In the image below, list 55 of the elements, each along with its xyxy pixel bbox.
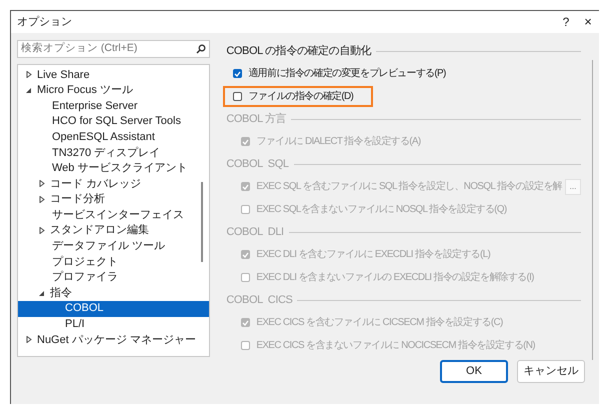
check-icon (242, 138, 250, 144)
tree-item[interactable]: NuGet パッケージ マネージャー (18, 332, 210, 348)
collapsed-arrow-icon[interactable] (39, 227, 45, 234)
group-title: COBOL の指令の確定の自動化 (226, 44, 372, 59)
option-label: EXEC SQLを含まないファイルに NOSQL 指令を設定する(Q) (256, 202, 507, 217)
group-title: COBOL 方言 (226, 112, 286, 127)
tree-item[interactable]: TN3270 ディスプレイ (18, 144, 210, 161)
option-label: EXEC SQL を含むファイルに SQL 指令を設定し、NOSQL 指令の設定を解 (256, 180, 562, 194)
checkbox[interactable] (233, 69, 242, 78)
check-icon (234, 70, 242, 76)
tree-item[interactable]: コード分析 (18, 192, 210, 208)
search-icon (196, 44, 206, 54)
tree-item[interactable]: Live Share (18, 67, 210, 83)
tree-item[interactable]: COBOL (18, 300, 210, 316)
tree-item[interactable]: サービスインターフェイス (18, 207, 210, 223)
tree-item[interactable]: Enterprise Server (18, 98, 210, 114)
checkbox-option[interactable]: 適用前に指令の確定の変更をプレビューする(P) (233, 63, 446, 84)
option-label: ファイルに DIALECT 指令を設定する(A) (256, 134, 420, 149)
tree-item[interactable]: HCO for SQL Server Tools (18, 114, 210, 130)
group-title: COBOL CICS (226, 292, 292, 308)
tree-item[interactable]: データファイル ツール (18, 238, 210, 254)
collapsed-arrow-icon[interactable] (39, 180, 45, 188)
tree-item[interactable]: プロファイラ (18, 270, 210, 286)
collapsed-arrow-icon[interactable] (39, 196, 45, 204)
option-label: EXEC CICS を含むファイルに CICSECM 指令を設定する(C) (256, 316, 503, 330)
help-button[interactable]: ? (555, 13, 577, 31)
check-icon (242, 252, 250, 258)
option-label: EXEC CICS を含まないファイルに NOCICSECM 指令を設定する(N) (256, 338, 535, 353)
expanded-arrow-icon[interactable] (39, 290, 45, 297)
collapsed-arrow-icon[interactable] (26, 336, 32, 344)
checkbox[interactable] (233, 92, 242, 101)
option-label: 適用前に指令の確定の変更をプレビューする(P) (248, 66, 446, 81)
tree-item[interactable]: スタンドアロン編集 (18, 222, 210, 239)
expanded-arrow-icon[interactable] (26, 86, 32, 94)
close-button[interactable]: × (577, 12, 599, 32)
option-label: ファイルの指令の確定(D) (248, 90, 354, 104)
scrollbar-thumb[interactable] (201, 182, 204, 262)
tree-item[interactable]: Micro Focus ツール (18, 82, 210, 98)
cancel-button[interactable]: キャンセル (517, 360, 585, 383)
check-icon (242, 320, 250, 326)
tree-item[interactable]: OpenESQL Assistant (18, 129, 210, 145)
tree-item[interactable]: プロジェクト (18, 254, 210, 270)
option-label: EXEC DLI を含まないファイルの EXECDLI 指令の設定を解除する(I) (256, 270, 534, 285)
tree-item[interactable]: 指令 (18, 285, 210, 301)
tree-item[interactable]: Web サービスクライアント (18, 160, 210, 176)
group-title: COBOL DLI (226, 224, 284, 240)
tree-item[interactable]: PL/I (18, 316, 210, 332)
check-icon (242, 184, 250, 190)
window-title: オプション (17, 14, 72, 30)
option-label: EXEC DLI を含むファイルに EXECDLI 指令を設定する(L) (256, 248, 490, 262)
group-title: COBOL SQL (226, 156, 289, 172)
collapsed-arrow-icon[interactable] (26, 71, 32, 78)
search-field[interactable]: 検索オプション (Ctrl+E) (17, 40, 210, 58)
ok-button[interactable]: OK (440, 360, 508, 383)
tree-item[interactable]: コード カバレッジ (18, 176, 210, 192)
